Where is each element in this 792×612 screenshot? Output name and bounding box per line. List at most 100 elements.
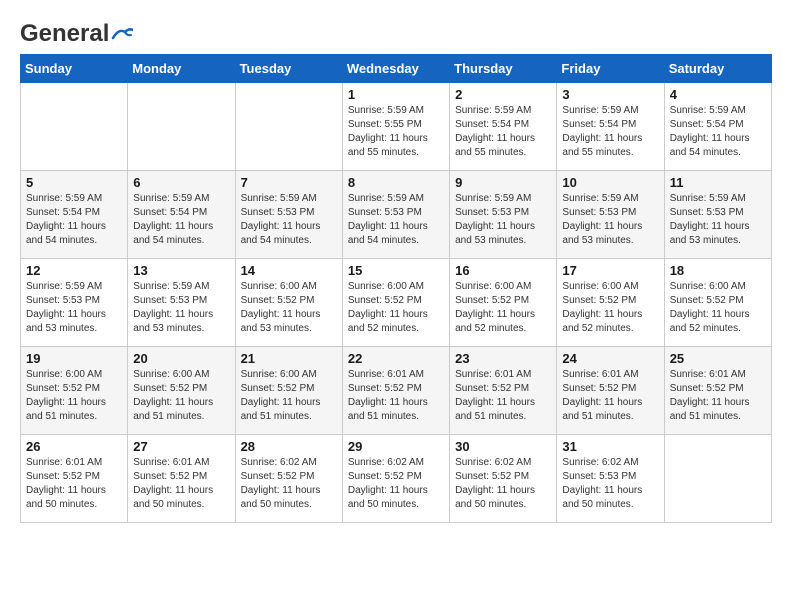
calendar-table: SundayMondayTuesdayWednesdayThursdayFrid… (20, 54, 772, 523)
day-info: Sunrise: 6:00 AM Sunset: 5:52 PM Dayligh… (133, 368, 229, 424)
day-number: 5 (26, 175, 122, 190)
day-number: 12 (26, 263, 122, 278)
day-info: Sunrise: 6:02 AM Sunset: 5:52 PM Dayligh… (455, 456, 551, 512)
calendar-cell (21, 83, 128, 171)
day-header-sunday: Sunday (21, 55, 128, 83)
day-number: 30 (455, 439, 551, 454)
day-number: 11 (670, 175, 766, 190)
calendar-cell: 26 Sunrise: 6:01 AM Sunset: 5:52 PM Dayli… (21, 435, 128, 523)
calendar-cell: 29 Sunrise: 6:02 AM Sunset: 5:52 PM Dayli… (342, 435, 449, 523)
day-number: 24 (562, 351, 658, 366)
calendar-cell (235, 83, 342, 171)
calendar-cell: 10 Sunrise: 5:59 AM Sunset: 5:53 PM Dayli… (557, 171, 664, 259)
day-header-saturday: Saturday (664, 55, 771, 83)
day-number: 2 (455, 87, 551, 102)
day-number: 20 (133, 351, 229, 366)
day-header-tuesday: Tuesday (235, 55, 342, 83)
day-number: 28 (241, 439, 337, 454)
day-number: 16 (455, 263, 551, 278)
calendar-cell: 7 Sunrise: 5:59 AM Sunset: 5:53 PM Daylig… (235, 171, 342, 259)
calendar-cell: 22 Sunrise: 6:01 AM Sunset: 5:52 PM Dayli… (342, 347, 449, 435)
day-number: 15 (348, 263, 444, 278)
calendar-cell: 25 Sunrise: 6:01 AM Sunset: 5:52 PM Dayli… (664, 347, 771, 435)
day-number: 22 (348, 351, 444, 366)
day-info: Sunrise: 6:00 AM Sunset: 5:52 PM Dayligh… (241, 280, 337, 336)
calendar-cell: 8 Sunrise: 5:59 AM Sunset: 5:53 PM Daylig… (342, 171, 449, 259)
day-number: 18 (670, 263, 766, 278)
day-number: 31 (562, 439, 658, 454)
day-info: Sunrise: 6:02 AM Sunset: 5:52 PM Dayligh… (348, 456, 444, 512)
day-info: Sunrise: 6:01 AM Sunset: 5:52 PM Dayligh… (26, 456, 122, 512)
day-info: Sunrise: 5:59 AM Sunset: 5:54 PM Dayligh… (562, 104, 658, 160)
day-info: Sunrise: 6:00 AM Sunset: 5:52 PM Dayligh… (670, 280, 766, 336)
calendar-cell: 9 Sunrise: 5:59 AM Sunset: 5:53 PM Daylig… (450, 171, 557, 259)
day-number: 17 (562, 263, 658, 278)
calendar-cell: 14 Sunrise: 6:00 AM Sunset: 5:52 PM Dayli… (235, 259, 342, 347)
day-info: Sunrise: 6:01 AM Sunset: 5:52 PM Dayligh… (562, 368, 658, 424)
calendar-cell: 13 Sunrise: 5:59 AM Sunset: 5:53 PM Dayli… (128, 259, 235, 347)
calendar-cell: 15Sunrise: 6:00 AM Sunset: 5:52 PM Dayli… (342, 259, 449, 347)
day-number: 1 (348, 87, 444, 102)
day-info: Sunrise: 6:01 AM Sunset: 5:52 PM Dayligh… (133, 456, 229, 512)
day-number: 26 (26, 439, 122, 454)
day-number: 14 (241, 263, 337, 278)
calendar-cell: 23 Sunrise: 6:01 AM Sunset: 5:52 PM Dayli… (450, 347, 557, 435)
calendar-week-row: 1 Sunrise: 5:59 AM Sunset: 5:55 PM Daylig… (21, 83, 772, 171)
day-number: 25 (670, 351, 766, 366)
day-info: Sunrise: 5:59 AM Sunset: 5:54 PM Dayligh… (670, 104, 766, 160)
day-header-monday: Monday (128, 55, 235, 83)
calendar-cell: 2 Sunrise: 5:59 AM Sunset: 5:54 PM Daylig… (450, 83, 557, 171)
day-info: Sunrise: 6:01 AM Sunset: 5:52 PM Dayligh… (670, 368, 766, 424)
calendar-cell: 28Sunrise: 6:02 AM Sunset: 5:52 PM Dayli… (235, 435, 342, 523)
logo-general: General (20, 20, 109, 48)
day-number: 7 (241, 175, 337, 190)
calendar-cell: 12Sunrise: 5:59 AM Sunset: 5:53 PM Dayli… (21, 259, 128, 347)
day-info: Sunrise: 6:00 AM Sunset: 5:52 PM Dayligh… (241, 368, 337, 424)
calendar-week-row: 19 Sunrise: 6:00 AM Sunset: 5:52 PM Dayli… (21, 347, 772, 435)
day-number: 6 (133, 175, 229, 190)
day-number: 21 (241, 351, 337, 366)
day-number: 8 (348, 175, 444, 190)
calendar-week-row: 5 Sunrise: 5:59 AM Sunset: 5:54 PM Daylig… (21, 171, 772, 259)
page-header: General (20, 20, 772, 44)
calendar-cell: 30 Sunrise: 6:02 AM Sunset: 5:52 PM Dayli… (450, 435, 557, 523)
day-info: Sunrise: 5:59 AM Sunset: 5:53 PM Dayligh… (348, 192, 444, 248)
day-number: 10 (562, 175, 658, 190)
day-number: 19 (26, 351, 122, 366)
day-number: 3 (562, 87, 658, 102)
day-number: 23 (455, 351, 551, 366)
day-info: Sunrise: 5:59 AM Sunset: 5:54 PM Dayligh… (26, 192, 122, 248)
calendar-cell: 5 Sunrise: 5:59 AM Sunset: 5:54 PM Daylig… (21, 171, 128, 259)
day-info: Sunrise: 6:01 AM Sunset: 5:52 PM Dayligh… (455, 368, 551, 424)
calendar-cell: 24 Sunrise: 6:01 AM Sunset: 5:52 PM Dayli… (557, 347, 664, 435)
calendar-cell: 6 Sunrise: 5:59 AM Sunset: 5:54 PM Daylig… (128, 171, 235, 259)
day-info: Sunrise: 5:59 AM Sunset: 5:54 PM Dayligh… (455, 104, 551, 160)
day-info: Sunrise: 6:01 AM Sunset: 5:52 PM Dayligh… (348, 368, 444, 424)
day-info: Sunrise: 5:59 AM Sunset: 5:53 PM Dayligh… (562, 192, 658, 248)
calendar-cell (664, 435, 771, 523)
day-info: Sunrise: 6:00 AM Sunset: 5:52 PM Dayligh… (562, 280, 658, 336)
day-number: 27 (133, 439, 229, 454)
day-header-friday: Friday (557, 55, 664, 83)
calendar-cell (128, 83, 235, 171)
calendar-cell: 16 Sunrise: 6:00 AM Sunset: 5:52 PM Dayli… (450, 259, 557, 347)
calendar-cell: 21 Sunrise: 6:00 AM Sunset: 5:52 PM Dayli… (235, 347, 342, 435)
day-number: 29 (348, 439, 444, 454)
day-info: Sunrise: 5:59 AM Sunset: 5:53 PM Dayligh… (133, 280, 229, 336)
logo: General (20, 20, 133, 44)
calendar-week-row: 26 Sunrise: 6:01 AM Sunset: 5:52 PM Dayli… (21, 435, 772, 523)
calendar-cell: 11Sunrise: 5:59 AM Sunset: 5:53 PM Dayli… (664, 171, 771, 259)
day-info: Sunrise: 6:00 AM Sunset: 5:52 PM Dayligh… (26, 368, 122, 424)
day-number: 13 (133, 263, 229, 278)
calendar-cell: 1 Sunrise: 5:59 AM Sunset: 5:55 PM Daylig… (342, 83, 449, 171)
day-info: Sunrise: 5:59 AM Sunset: 5:53 PM Dayligh… (241, 192, 337, 248)
day-info: Sunrise: 5:59 AM Sunset: 5:55 PM Dayligh… (348, 104, 444, 160)
day-info: Sunrise: 5:59 AM Sunset: 5:54 PM Dayligh… (133, 192, 229, 248)
day-header-wednesday: Wednesday (342, 55, 449, 83)
day-info: Sunrise: 5:59 AM Sunset: 5:53 PM Dayligh… (455, 192, 551, 248)
calendar-cell: 18 Sunrise: 6:00 AM Sunset: 5:52 PM Dayli… (664, 259, 771, 347)
day-number: 4 (670, 87, 766, 102)
day-info: Sunrise: 6:00 AM Sunset: 5:52 PM Dayligh… (455, 280, 551, 336)
day-number: 9 (455, 175, 551, 190)
calendar-week-row: 12 Sunrise: 5:59 AM Sunset: 5:53 PM Dayli… (21, 259, 772, 347)
